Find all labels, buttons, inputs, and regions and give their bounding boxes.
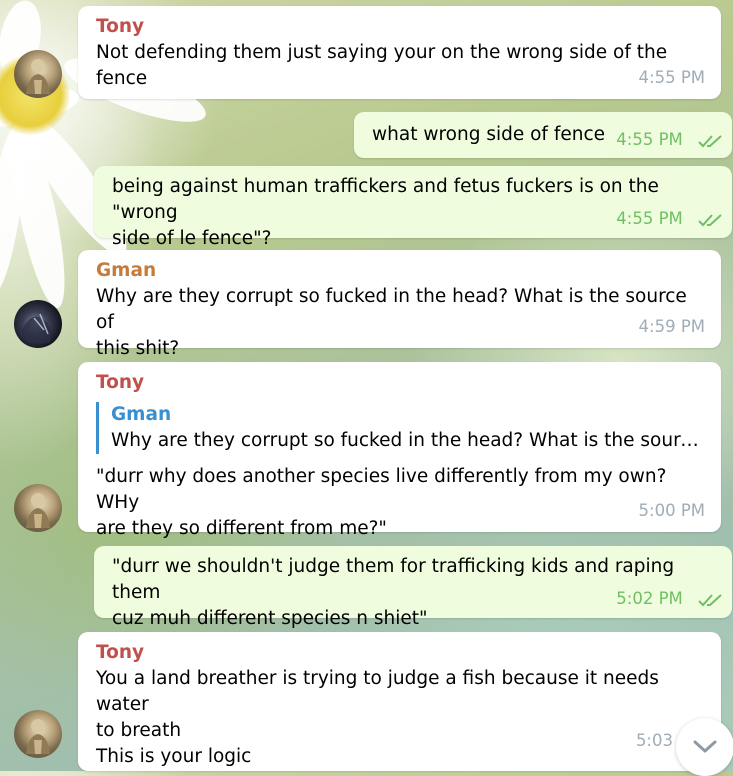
message-text-line: You a land breather is trying to judge a… xyxy=(96,668,659,715)
double-check-icon xyxy=(698,593,722,606)
sender-name[interactable]: Tony xyxy=(96,14,705,40)
message-time: 5:03 xyxy=(635,731,673,750)
chevron-down-icon xyxy=(693,740,717,753)
sender-name[interactable]: Gman xyxy=(96,258,705,284)
avatar-tony[interactable] xyxy=(14,50,62,98)
message-text: what wrong side of fence xyxy=(372,124,605,145)
message-bubble-incoming[interactable]: Tony You a land breather is trying to ju… xyxy=(78,632,721,771)
message-bubble-incoming[interactable]: Tony Not defending them just saying your… xyxy=(78,6,721,99)
sender-name[interactable]: Tony xyxy=(96,640,705,666)
avatar-gman[interactable] xyxy=(14,300,62,348)
message-text: Not defending them just saying your on t… xyxy=(96,42,668,89)
avatar-image xyxy=(26,59,50,94)
scroll-down-button[interactable] xyxy=(676,718,733,776)
message-time: 4:59 PM xyxy=(638,317,705,336)
message-time: 4:55 PM xyxy=(638,68,705,87)
double-check-icon xyxy=(698,134,722,147)
message-text-line: to breath xyxy=(96,720,182,741)
message-bubble-outgoing[interactable]: what wrong side of fence 4:55 PM xyxy=(354,112,732,158)
sender-name[interactable]: Tony xyxy=(96,370,705,396)
reply-quote[interactable]: Gman Why are they corrupt so fucked in t… xyxy=(96,402,705,454)
message-text-line: This is your logic xyxy=(96,746,252,767)
avatar-tony[interactable] xyxy=(14,710,62,758)
reply-sender-name: Gman xyxy=(111,404,172,425)
message-time: 4:55 PM xyxy=(616,209,683,228)
avatar-image xyxy=(26,493,50,528)
message-bubble-incoming[interactable]: Tony Gman Why are they corrupt so fucked… xyxy=(78,362,721,539)
message-text-line: "durr why does another species live diff… xyxy=(96,466,667,513)
message-text-line: are they so different from me?" xyxy=(96,518,387,539)
avatar-image xyxy=(26,719,50,754)
message-text-line: Why are they corrupt so fucked in the he… xyxy=(96,286,687,333)
message-bubble-incoming[interactable]: Gman Why are they corrupt so fucked in t… xyxy=(78,250,721,359)
message-bubble-outgoing[interactable]: "durr we shouldn't judge them for traffi… xyxy=(94,546,732,629)
message-time: 5:02 PM xyxy=(616,589,683,608)
avatar-image xyxy=(22,313,52,344)
message-text-line: this shit? xyxy=(96,338,180,359)
message-time: 5:00 PM xyxy=(638,501,705,520)
message-bubble-outgoing[interactable]: being against human traffickers and fetu… xyxy=(94,166,732,249)
avatar-tony[interactable] xyxy=(14,484,62,532)
reply-text: Why are they corrupt so fucked in the he… xyxy=(111,430,701,451)
message-time: 4:55 PM xyxy=(616,130,683,149)
double-check-icon xyxy=(698,213,722,226)
